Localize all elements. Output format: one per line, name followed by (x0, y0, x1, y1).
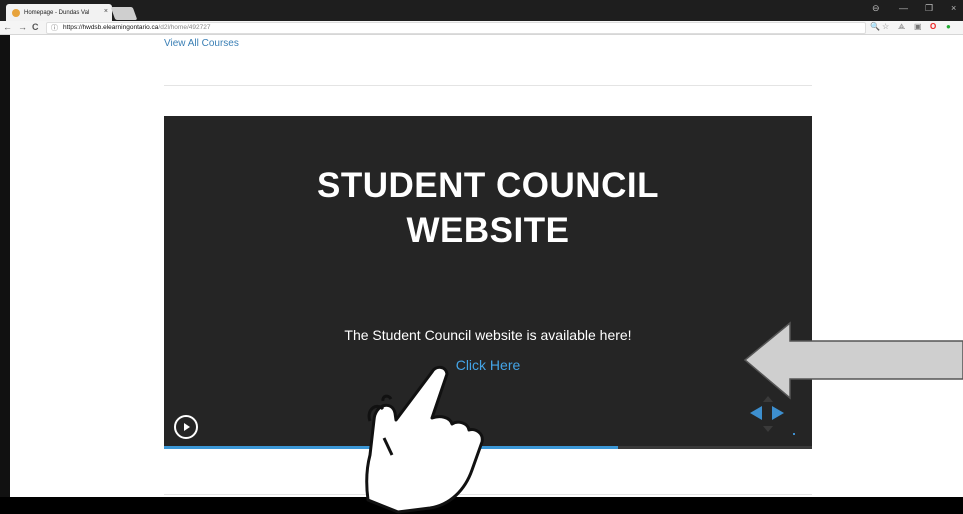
back-button[interactable]: ← (3, 22, 12, 32)
page-content: View All Courses STUDENT COUNCIL WEBSITE… (10, 35, 963, 497)
tab-title: Homepage - Dundas Val (24, 9, 90, 16)
reload-button[interactable]: C (32, 22, 39, 32)
opera-icon[interactable]: O (930, 22, 936, 31)
slide-indicator (793, 433, 795, 435)
next-slide-button[interactable] (772, 406, 784, 420)
browser-window: Homepage - Dundas Val × ⊖ — ❐ × ← → C ⓘ … (0, 0, 963, 514)
view-all-courses-link[interactable]: View All Courses (164, 38, 239, 49)
new-tab-button[interactable] (110, 7, 138, 20)
minimize-button[interactable]: — (899, 3, 908, 13)
profile-icon[interactable]: ⊖ (872, 3, 880, 14)
divider (164, 494, 812, 495)
divider (164, 85, 812, 86)
bookmark-star-icon[interactable]: ☆ (882, 22, 889, 31)
tab-bar: Homepage - Dundas Val × ⊖ — ❐ × (0, 0, 963, 21)
slide-widget: STUDENT COUNCIL WEBSITE The Student Coun… (164, 116, 812, 449)
play-button[interactable] (174, 415, 198, 439)
zoom-icon[interactable]: 🔍 (870, 22, 880, 31)
url-host: https://hwdsb.elearningontario.ca (63, 24, 159, 31)
extension-icon[interactable]: ⟁ (898, 22, 905, 32)
extension-icon[interactable]: ▣ (914, 22, 922, 31)
address-bar: ← → C ⓘ https://hwdsb.elearningontario.c… (0, 21, 963, 35)
extension-icon[interactable]: ● (946, 22, 951, 31)
url-input[interactable]: ⓘ https://hwdsb.elearningontario.ca/d2l/… (46, 22, 866, 34)
restore-button[interactable]: ❐ (925, 3, 933, 14)
tab-close-button[interactable]: × (104, 8, 108, 15)
slide-navigation (750, 396, 796, 436)
favicon-icon (12, 8, 20, 17)
click-here-link[interactable]: Click Here (164, 357, 812, 373)
taskbar-edge (0, 497, 963, 514)
slide-title: STUDENT COUNCIL WEBSITE (317, 166, 659, 250)
slide-progress-bar[interactable] (164, 446, 812, 449)
close-window-button[interactable]: × (951, 3, 956, 13)
info-icon[interactable]: ⓘ (51, 24, 58, 34)
up-arrow-icon[interactable] (763, 396, 773, 402)
down-arrow-icon[interactable] (763, 426, 773, 432)
slide-progress-fill (164, 446, 618, 449)
forward-button[interactable]: → (18, 22, 27, 32)
slide-subtitle: The Student Council website is available… (344, 327, 632, 343)
browser-tab[interactable]: Homepage - Dundas Val × (6, 4, 112, 21)
url-path: /d2l/home/492727 (158, 24, 211, 31)
previous-slide-button[interactable] (750, 406, 762, 420)
